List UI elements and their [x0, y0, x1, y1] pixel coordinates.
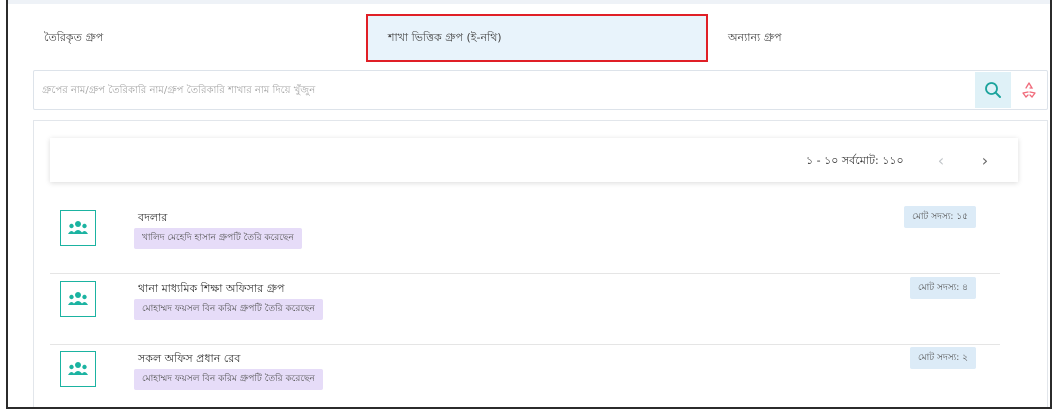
tab-other-groups[interactable]: অন্যান্য গ্রুপ	[728, 14, 1028, 62]
creator-badge: খালিদ মেহেদি হাসান গ্রুপটি তৈরি করেছেন	[134, 228, 302, 249]
prev-page-button[interactable]: ‹	[928, 147, 954, 173]
users-icon	[68, 221, 88, 234]
tab-branch-groups[interactable]: শাখা ভিত্তিক গ্রুপ (ই-নথি)	[366, 14, 708, 62]
search-input[interactable]	[42, 79, 942, 101]
group-name: সকল অফিস প্রধান রেব	[138, 352, 241, 365]
pagination-summary: ১ - ১০ সর্বমোট: ১১০	[806, 154, 904, 167]
member-count-badge: মোট সদস্য: ১৫	[904, 206, 976, 228]
app-frame: তৈরিকৃত গ্রুপ শাখা ভিত্তিক গ্রুপ (ই-নথি)…	[6, 0, 1052, 409]
tab-created-groups[interactable]: তৈরিকৃত গ্রুপ	[44, 14, 344, 62]
pagination-bar: ১ - ১০ সর্বমোট: ১১০ ‹ ›	[50, 138, 1018, 182]
chevron-left-icon: ‹	[937, 150, 945, 170]
search-bar	[33, 70, 1048, 110]
creator-badge: মোহাম্মদ ফয়সল বিন করিম গ্রুপটি তৈরি করে…	[134, 299, 323, 320]
group-row[interactable]: থানা মাধ্যমিক শিক্ষা অফিসার গ্রুপ মোহাম্…	[50, 275, 1020, 345]
next-page-button[interactable]: ›	[972, 147, 998, 173]
users-icon	[68, 362, 88, 375]
search-icon	[985, 82, 1001, 98]
reset-button[interactable]	[1012, 72, 1046, 108]
member-count-badge: মোট সদস্য: ২	[910, 347, 976, 369]
group-list-panel: ১ - ১০ সর্বমোট: ১১০ ‹ › বদলার খালিদ মেহে…	[33, 120, 1048, 407]
row-divider	[50, 273, 1000, 274]
member-count-badge: মোট সদস্য: ৪	[910, 277, 976, 299]
top-strip	[8, 0, 1050, 4]
search-button[interactable]	[975, 72, 1011, 108]
group-avatar	[60, 351, 96, 387]
tab-label: শাখা ভিত্তিক গ্রুপ (ই-নথি)	[388, 30, 502, 44]
chevron-right-icon: ›	[981, 150, 989, 170]
group-row[interactable]: বদলার খালিদ মেহেদি হাসান গ্রুপটি তৈরি কর…	[50, 204, 1020, 274]
group-row[interactable]: সকল অফিস প্রধান রেব মোহাম্মদ ফয়সল বিন ক…	[50, 345, 1020, 407]
group-tabs: তৈরিকৃত গ্রুপ শাখা ভিত্তিক গ্রুপ (ই-নথি)…	[26, 14, 1036, 62]
tab-label: অন্যান্য গ্রুপ	[728, 30, 782, 44]
group-name: থানা মাধ্যমিক শিক্ষা অফিসার গ্রুপ	[138, 282, 285, 295]
recycle-icon	[1022, 82, 1036, 98]
users-icon	[68, 292, 88, 305]
tab-label: তৈরিকৃত গ্রুপ	[44, 30, 104, 44]
group-name: বদলার	[138, 211, 168, 224]
group-avatar	[60, 210, 96, 246]
group-avatar	[60, 281, 96, 317]
creator-badge: মোহাম্মদ ফয়সল বিন করিম গ্রুপটি তৈরি করে…	[134, 369, 323, 390]
